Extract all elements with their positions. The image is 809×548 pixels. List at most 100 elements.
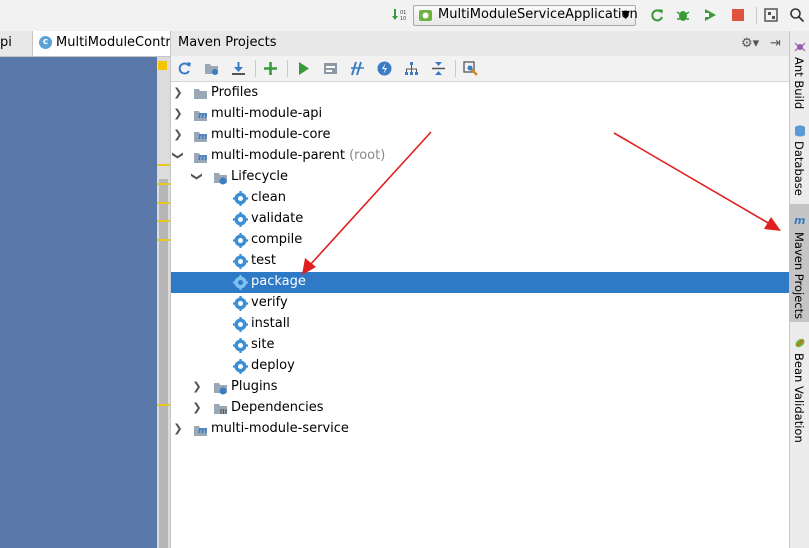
svg-text:m: m [794,214,805,226]
tree-item-plugins[interactable]: ❯ Plugins [171,377,790,398]
error-stripe-mark[interactable] [157,164,170,166]
chevron-right-icon[interactable]: ❯ [173,107,183,120]
tree-item-label: multi-module-service [211,421,349,436]
toolbar-separator [756,7,757,24]
tool-tab-ant-build[interactable]: Ant Build [790,37,809,117]
database-icon [795,125,805,137]
coverage-icon[interactable] [702,7,718,23]
toolbar-separator [287,60,288,77]
chevron-right-icon[interactable]: ❯ [192,401,202,414]
lifecycle-phase-test[interactable]: test [171,251,790,272]
lifecycle-phase-site[interactable]: site [171,335,790,356]
maven-module-icon: m [194,111,207,121]
execute-goal-icon[interactable] [322,60,339,77]
tree-item-multi-module-service[interactable]: ❯ m multi-module-service [171,419,790,440]
lifecycle-phase-package[interactable]: package [171,272,790,293]
tree-item-label: package [251,274,306,289]
stop-icon[interactable] [730,7,746,23]
tool-tab-maven-projects[interactable]: m Maven Projects [790,204,809,322]
chevron-right-icon[interactable]: ❯ [192,380,202,393]
tree-item-label: install [251,316,290,331]
error-stripe-mark[interactable] [157,220,170,222]
tree-item-label: compile [251,232,303,247]
generate-sources-icon[interactable] [203,60,220,77]
tree-item-dependencies[interactable]: ❯ Dependencies [171,398,790,419]
editor-scrollbar[interactable] [157,57,170,548]
download-sources-icon[interactable] [230,60,247,77]
show-dependencies-icon[interactable] [403,60,420,77]
tool-tab-label: Maven Projects [792,232,806,320]
rerun-icon[interactable] [649,7,665,23]
error-stripe-mark[interactable] [157,183,170,185]
tool-tab-label: Ant Build [792,57,806,110]
tree-item-label: verify [251,295,288,310]
tree-item-label: Dependencies [231,400,324,415]
tree-item-label: validate [251,211,304,226]
editor-tab-api[interactable]: pi [0,31,30,56]
error-stripe-mark[interactable] [157,404,170,406]
tree-item-lifecycle[interactable]: ❯ Lifecycle [171,167,790,188]
tree-item-profiles[interactable]: ❯ Profiles [171,83,790,104]
add-icon[interactable] [262,60,279,77]
gear-icon [233,317,248,332]
collapse-all-icon[interactable] [430,60,447,77]
chevron-right-icon[interactable]: ❯ [173,86,183,99]
lifecycle-phase-clean[interactable]: clean [171,188,790,209]
maven-module-icon: m [194,426,207,436]
tree-item-multi-module-api[interactable]: ❯ m multi-module-api [171,104,790,125]
gear-icon[interactable]: ⚙▾ [741,36,759,51]
tree-item-label: clean [251,190,286,205]
svg-text:m: m [198,426,207,436]
editor-tab-controller[interactable]: c MultiModuleContro [32,31,174,56]
class-icon: c [39,36,52,49]
skip-tests-icon[interactable] [376,60,393,77]
chevron-right-icon[interactable]: ❯ [173,422,183,435]
plugins-folder-icon [214,383,227,395]
error-stripe-mark[interactable] [157,202,170,204]
chevron-right-icon[interactable]: ❯ [173,128,183,141]
tree-item-label: multi-module-api [211,106,323,121]
hide-panel-icon[interactable]: ⇥ [770,36,781,51]
editor-tab-bar: pi c MultiModuleContro [0,31,174,57]
tree-item-label: multi-module-core [211,127,331,142]
scrollbar-thumb[interactable] [159,179,168,548]
tool-tab-database[interactable]: Database [790,121,809,201]
toggle-offline-icon[interactable] [349,60,366,77]
gear-icon [233,212,248,227]
lifecycle-phase-validate[interactable]: validate [171,209,790,230]
reimport-icon[interactable] [176,60,193,77]
editor-content[interactable] [0,57,157,548]
tree-item-label: test [251,253,276,268]
maven-toolbar [171,56,790,82]
tool-tab-bean-validation[interactable]: Bean Validation [790,333,809,443]
toolbar-separator [455,60,456,77]
gear-icon [233,338,248,353]
tree-item-multi-module-parent[interactable]: ❯ m multi-module-parent (root) [171,146,790,167]
debug-icon[interactable] [675,7,691,23]
warning-marker-icon[interactable] [158,61,167,70]
editor-tab-label: MultiModuleContro [56,35,174,50]
build-icon[interactable]: 0110 [391,7,407,23]
error-stripe-mark[interactable] [157,239,170,241]
lifecycle-phase-deploy[interactable]: deploy [171,356,790,377]
gear-icon [233,359,248,374]
svg-text:m: m [198,132,207,142]
search-icon[interactable] [789,7,805,23]
lifecycle-phase-install[interactable]: install [171,314,790,335]
lifecycle-phase-verify[interactable]: verify [171,293,790,314]
maven-settings-icon[interactable] [462,60,479,77]
run-icon[interactable] [295,60,312,77]
tree-item-label: site [251,337,275,352]
ant-icon [794,42,806,52]
chevron-down-icon[interactable]: ❯ [191,172,204,182]
project-structure-icon[interactable] [763,7,779,23]
tool-tab-label: Bean Validation [792,353,806,443]
maven-projects-panel: Maven Projects ⚙▾ ⇥ ❯ Profiles ❯ m multi… [170,31,790,548]
right-tool-stripe: Ant Build Database m Maven Projects Bean… [789,31,809,548]
lifecycle-phase-compile[interactable]: compile [171,230,790,251]
chevron-down-icon[interactable]: ❯ [172,151,185,161]
tree-item-multi-module-core[interactable]: ❯ m multi-module-core [171,125,790,146]
run-configuration-selector[interactable]: MultiModuleServiceApplication ▼ [413,5,638,26]
gear-icon [233,254,248,269]
main-toolbar: 01 10 MultiModuleServiceApplication ▼ [0,0,809,32]
